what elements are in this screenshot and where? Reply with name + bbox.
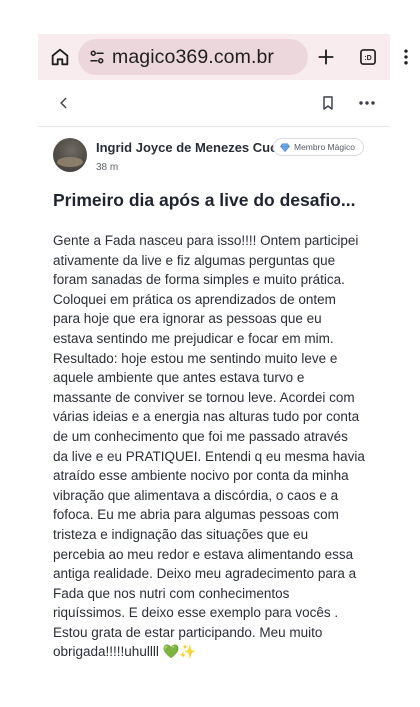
post-body-line: obrigada!!!!!uhullll 💚✨ — [53, 644, 197, 660]
post-timestamp: 38 m — [96, 162, 119, 173]
post-body-line: percebia ao meu redor e estava alimentan… — [53, 546, 354, 562]
diamond-icon — [280, 143, 290, 152]
url-text: magico369.com.br — [112, 45, 275, 68]
post-body-line: massante de conviver se tornou leve. Aco… — [53, 389, 355, 405]
post-author: Ingrid Joyce de Menezes Cuco Membro Mági… — [53, 138, 383, 178]
address-bar[interactable]: magico369.com.br — [78, 39, 308, 75]
browser-toolbar: magico369.com.br :D — [38, 34, 408, 80]
bookmark-icon[interactable] — [314, 88, 342, 118]
post-body-line: tristeza e indignação das situações que … — [53, 526, 309, 542]
post-title: Primeiro dia após a live do desafio... — [53, 190, 356, 210]
more-horizontal-icon[interactable] — [352, 88, 382, 118]
post-body-line: ativamente da live e fiz algumas pergunt… — [53, 252, 336, 268]
new-tab-icon[interactable] — [308, 39, 344, 75]
site-settings-icon[interactable] — [82, 39, 112, 75]
post-navbar — [38, 82, 390, 124]
author-name[interactable]: Ingrid Joyce de Menezes Cuco — [96, 140, 285, 155]
post-body-line: fofoca. Eu me abria para algumas pessoas… — [53, 507, 339, 523]
post-body-line: vibração que alimentava a discórdia, o c… — [53, 487, 339, 503]
home-icon[interactable] — [42, 39, 78, 75]
post-body-line: Fada que nos nutri com conhecimentos — [53, 585, 290, 601]
post-body-line: Coloquei em prática os aprendizados de o… — [53, 291, 336, 307]
post-body-line: atraído esse ambiente nocivo por conta d… — [53, 468, 349, 484]
navbar-divider — [38, 126, 390, 127]
tab-count-label: :D — [364, 54, 371, 62]
badge-label: Membro Mágico — [294, 142, 355, 152]
post-body: Gente a Fada nasceu para isso!!!! Ontem … — [53, 231, 373, 662]
back-chevron-icon[interactable] — [52, 88, 76, 118]
post-body-line: antiga realidade. Deixo meu agradeciment… — [53, 566, 357, 582]
post-body-line: riquíssimos. E deixo esse exemplo para v… — [53, 605, 339, 621]
post-body-line: foram sanadas de forma simples e muito p… — [53, 272, 345, 288]
post-body-line: Gente a Fada nasceu para isso!!!! Ontem … — [53, 233, 359, 248]
member-badge: Membro Mágico — [273, 138, 364, 156]
post-body-line: várias ideias e a energia nas alturas tu… — [53, 409, 360, 425]
post-body-line: de um conhecimento que foi me passado at… — [53, 428, 348, 444]
more-vertical-icon[interactable] — [388, 39, 420, 75]
post-body-line: estava sentindo me prejudicar e focar em… — [53, 330, 334, 346]
post-body-line: Estou grata de estar participando. Meu m… — [53, 624, 323, 640]
post-body-line: da live e eu PRATIQUEI. Entendi q eu mes… — [53, 448, 365, 464]
post-body-line: aquele ambiente que antes estava turvo e — [53, 370, 305, 386]
post-body-line: para hoje que era ignorar as pessoas que… — [53, 311, 322, 327]
post-body-line: Resultado: hoje estou me sentindo muito … — [53, 350, 338, 366]
avatar[interactable] — [53, 138, 87, 172]
tab-switcher-icon[interactable]: :D — [350, 39, 386, 75]
